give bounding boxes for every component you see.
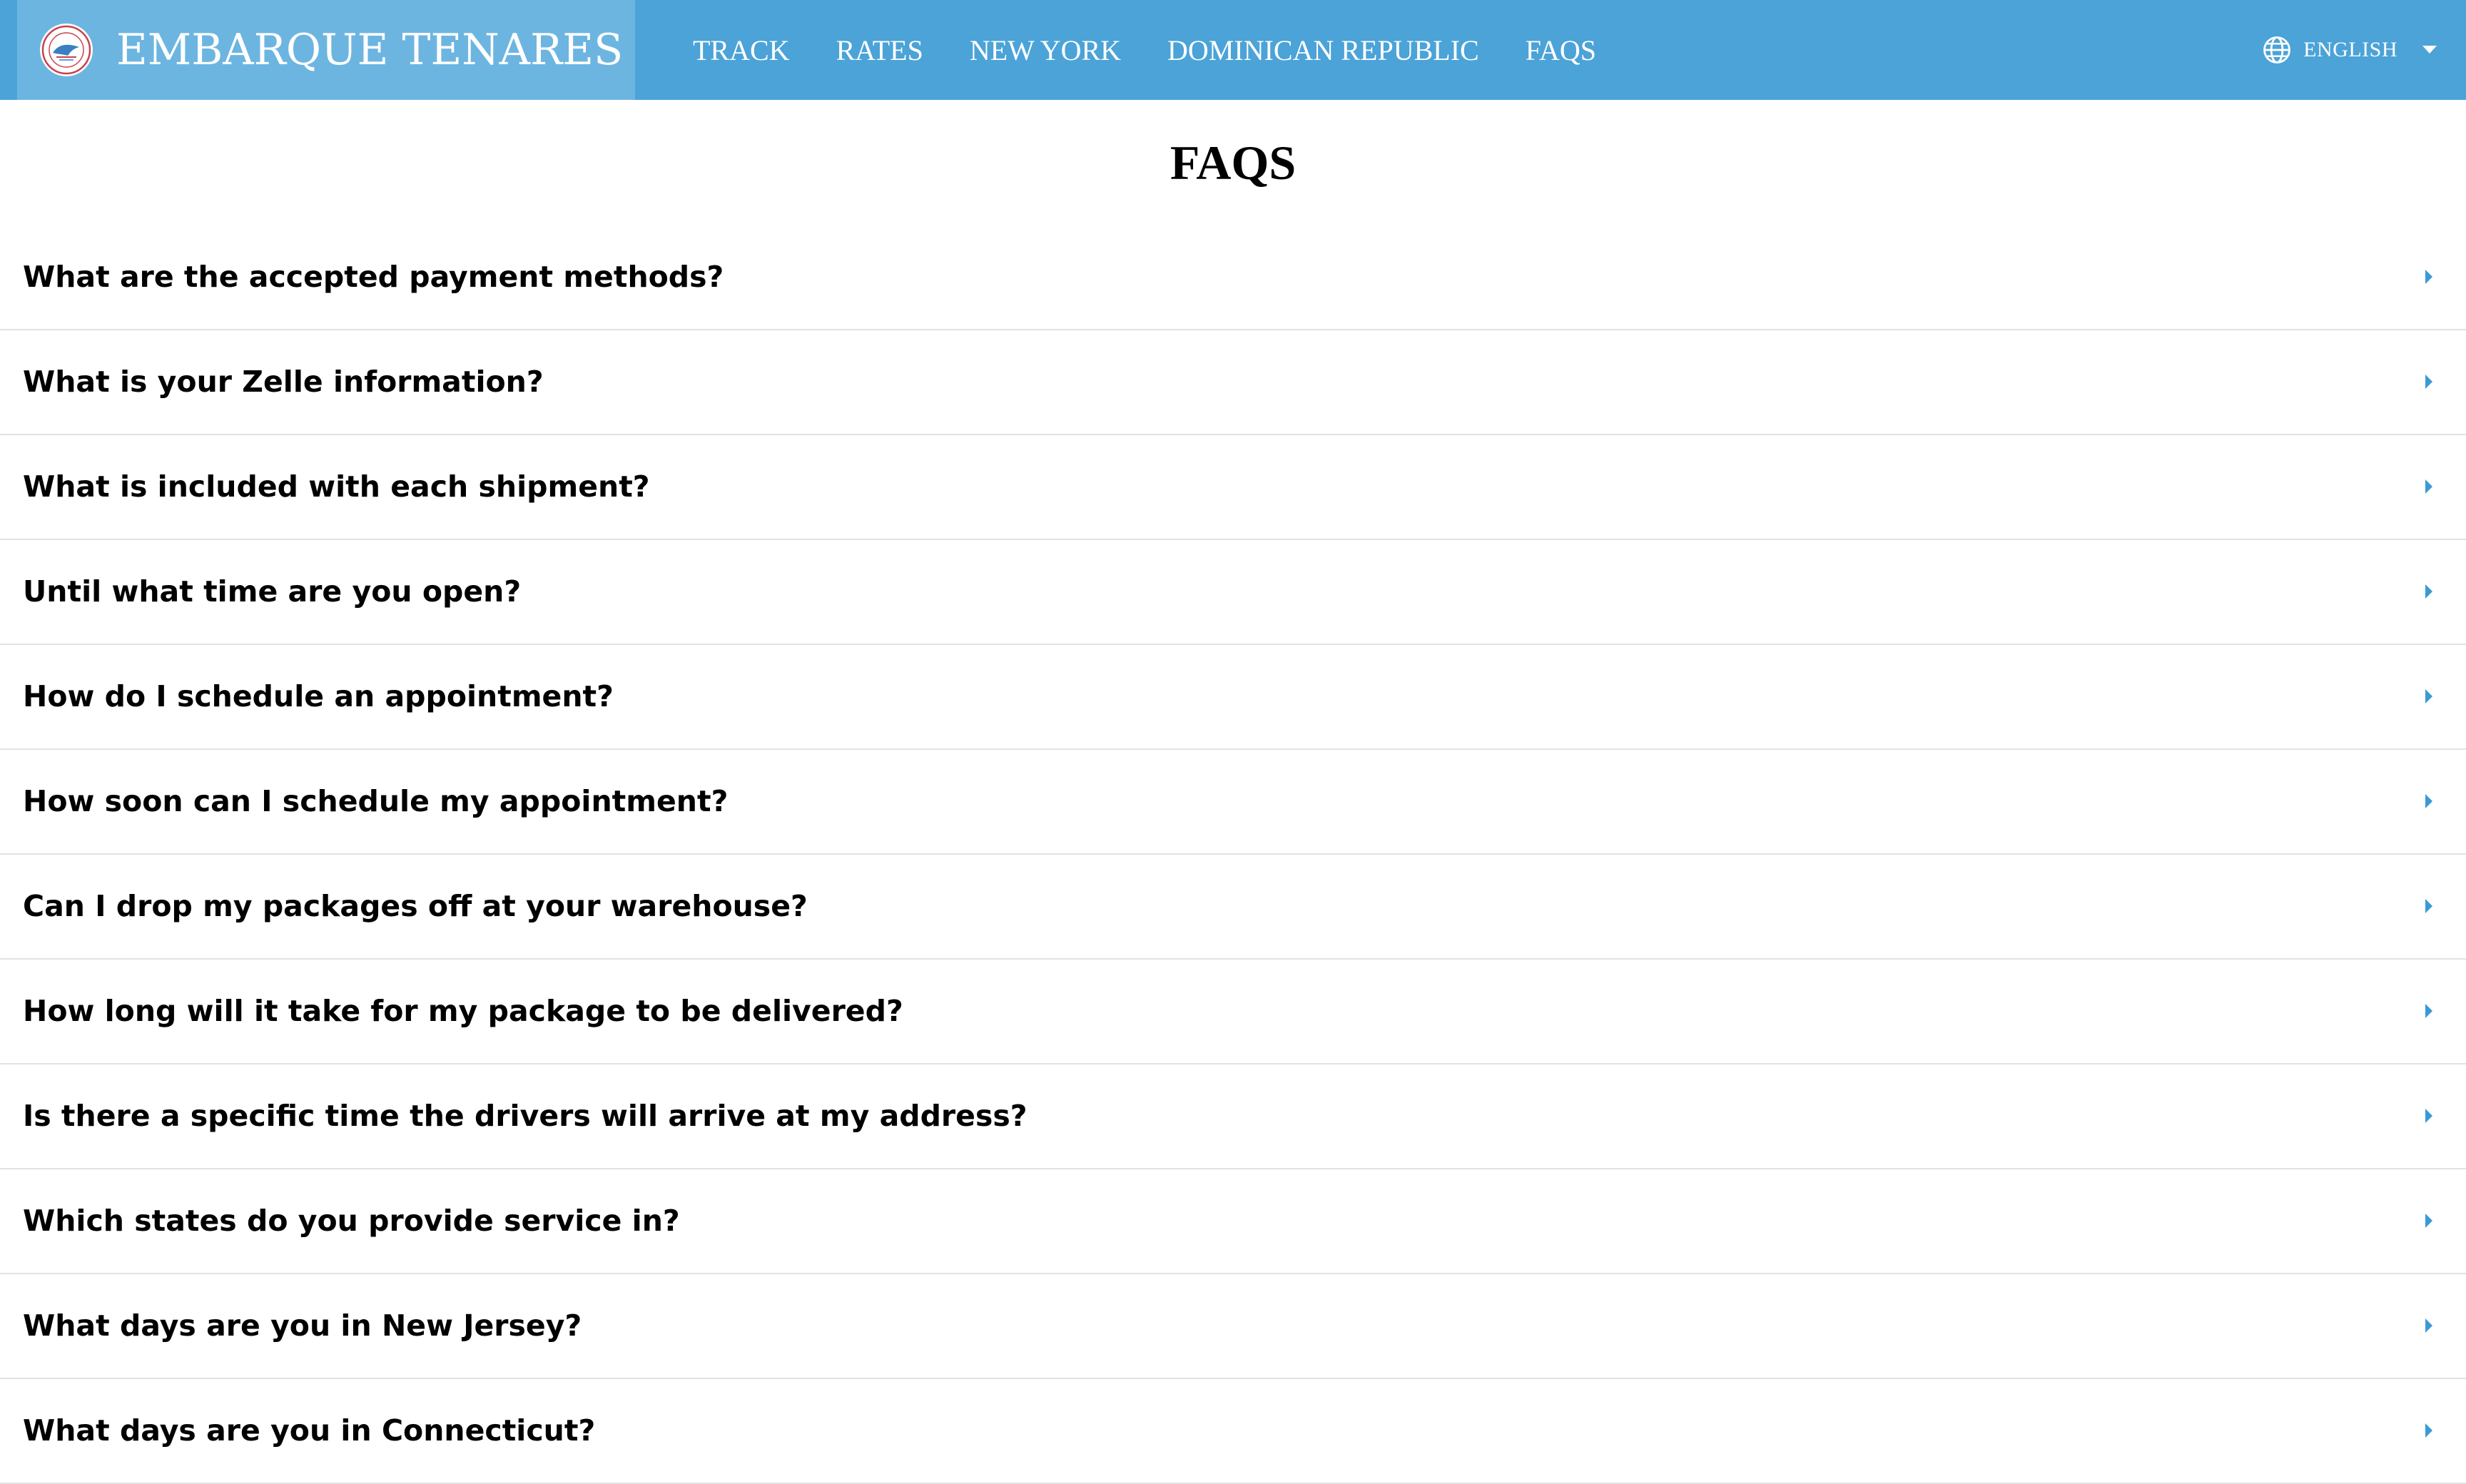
faq-question: How soon can I schedule my appointment? [23,784,729,818]
caret-right-icon [2425,375,2432,389]
brand-home-link[interactable]: EMBARQUE TENARES [17,0,635,100]
page-title: FAQS [1169,136,1297,190]
language-selector[interactable]: ENGLISH [2262,0,2437,100]
faq-item[interactable]: What days are you in New Jersey? [0,1274,2466,1379]
caret-right-icon [2425,794,2432,808]
main-nav: TRACK RATES NEW YORK DOMINICAN REPUBLIC … [693,0,1643,100]
caret-right-icon [2425,1423,2432,1438]
faq-question: Is there a specific time the drivers wil… [23,1099,1028,1133]
faq-question: What is included with each shipment? [23,469,650,504]
faq-question: How long will it take for my package to … [23,994,903,1028]
caret-right-icon [2425,1109,2432,1123]
globe-icon [2263,36,2291,63]
language-label: ENGLISH [2303,38,2398,61]
faq-item[interactable]: What is your Zelle information? [0,330,2466,435]
caret-right-icon [2425,689,2432,703]
caret-right-icon [2425,1318,2432,1333]
caret-right-icon [2425,270,2432,284]
nav-link-faqs[interactable]: FAQS [1526,34,1596,67]
top-navbar: EMBARQUE TENARES TRACK RATES NEW YORK DO… [0,0,2466,100]
faq-item[interactable]: Which states do you provide service in? [0,1169,2466,1274]
nav-link-new-york[interactable]: NEW YORK [970,34,1121,67]
brand-logo-icon [40,24,93,76]
caret-right-icon [2425,479,2432,494]
faq-question: What days are you in New Jersey? [23,1308,582,1343]
faq-question: What is your Zelle information? [23,365,544,399]
faq-item[interactable]: Is there a specific time the drivers wil… [0,1064,2466,1169]
faq-question: What are the accepted payment methods? [23,260,724,294]
faq-item[interactable]: What is included with each shipment? [0,435,2466,540]
caret-right-icon [2425,1004,2432,1018]
brand-name: EMBARQUE TENARES [116,25,624,75]
nav-link-rates[interactable]: RATES [836,34,923,67]
faq-item[interactable]: How do I schedule an appointment? [0,645,2466,750]
faq-question: Which states do you provide service in? [23,1204,680,1238]
faq-question: Can I drop my packages off at your wareh… [23,889,808,923]
faq-item[interactable]: What days are you in Connecticut? [0,1379,2466,1484]
caret-right-icon [2425,1214,2432,1228]
faq-item[interactable]: What are the accepted payment methods? [0,225,2466,330]
nav-link-track[interactable]: TRACK [693,34,790,67]
faq-item[interactable]: How soon can I schedule my appointment? [0,750,2466,855]
caret-right-icon [2425,584,2432,599]
faq-item[interactable]: Until what time are you open? [0,540,2466,645]
faq-item[interactable]: Can I drop my packages off at your wareh… [0,855,2466,960]
chevron-down-icon [2422,46,2437,54]
nav-link-dominican-republic[interactable]: DOMINICAN REPUBLIC [1167,34,1479,67]
faq-question: Until what time are you open? [23,574,522,609]
faq-question: How do I schedule an appointment? [23,679,614,713]
faq-question: What days are you in Connecticut? [23,1413,596,1448]
caret-right-icon [2425,899,2432,913]
faq-item[interactable]: How long will it take for my package to … [0,960,2466,1064]
faq-list: What are the accepted payment methods? W… [0,225,2466,1484]
